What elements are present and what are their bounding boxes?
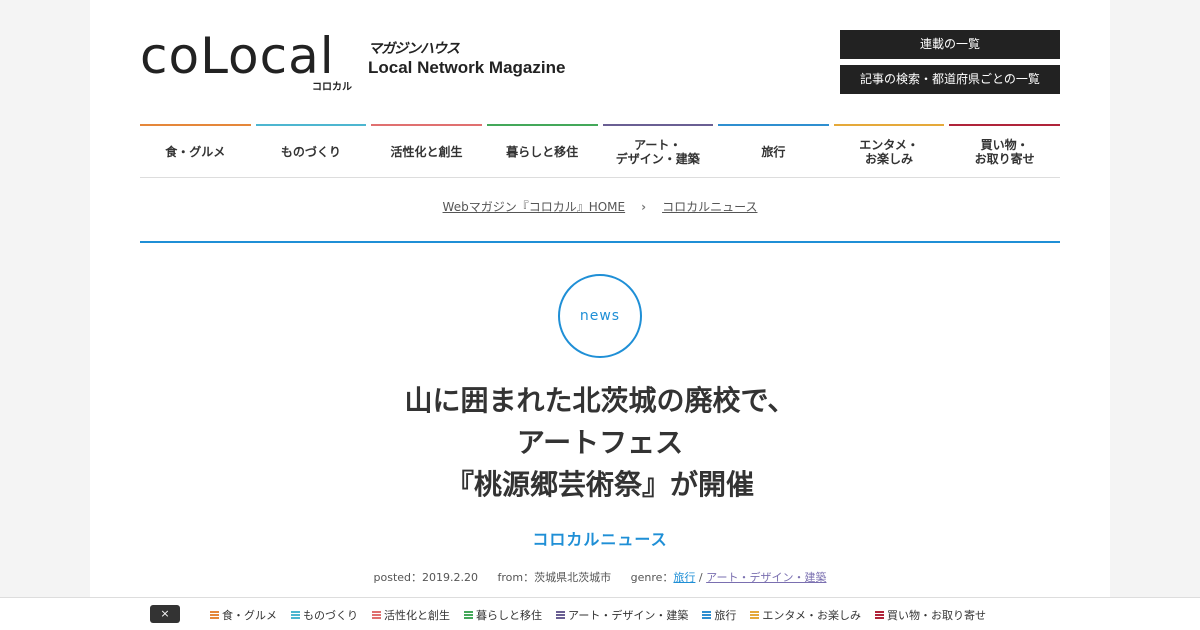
bottom-cat-label: 活性化と創生 [384,608,450,622]
genre-separator: / [695,571,707,584]
article-title: 山に囲まれた北茨城の廃校で、 アートフェス 『桃源郷芸術祭』が開催 [404,384,796,501]
logo-wordmark: coLocal [140,27,335,85]
nav-item-travel[interactable]: 旅行 [718,124,829,177]
bottom-cat-label: エンタメ・お楽しみ [762,608,862,622]
genre: genre：旅行 / アート・デザイン・建築 [631,571,827,584]
bottom-cat-craft[interactable]: ものづくり [291,607,358,623]
nav-item-shopping[interactable]: 買い物・ お取り寄せ [949,124,1060,177]
nav-item-revitalization[interactable]: 活性化と創生 [371,124,482,177]
nav-item-entertainment[interactable]: エンタメ・ お楽しみ [833,124,945,177]
bottom-cat-label: 食・グルメ [222,608,277,622]
series-list-button[interactable]: 連載の一覧 [840,30,1060,59]
bottom-cat-label: アート・デザイン・建築 [568,608,689,622]
news-badge: news [558,274,642,358]
site-logo[interactable]: coLocal コロカル [140,26,360,94]
nav-item-living[interactable]: 暮らしと移住 [486,124,598,177]
bottom-cat-label: 買い物・お取り寄せ [887,608,987,622]
genre-link-travel[interactable]: 旅行 [673,571,695,584]
bottom-cat-label: 暮らしと移住 [476,608,542,622]
menu-lines-icon [291,610,300,619]
bottom-cat-entertainment[interactable]: エンタメ・お楽しみ [750,607,861,623]
article-meta: posted：2019.2.20 from：茨城県北茨城市 genre：旅行 /… [240,569,960,585]
menu-lines-icon [464,610,473,619]
menu-lines-icon [702,610,712,619]
close-button[interactable]: × [150,605,180,623]
nav-item-craft[interactable]: ものづくり [255,124,367,177]
location: from：茨城県北茨城市 [497,571,612,584]
breadcrumb-home-link[interactable]: Webマガジン『コロカル』HOME [443,200,626,214]
menu-lines-icon [750,610,760,619]
genre-link-art[interactable]: アート・デザイン・建築 [706,571,826,584]
publisher-logo[interactable]: マガジンハウス [368,38,460,58]
menu-lines-icon [210,610,219,619]
nav-item-art[interactable]: アート・ デザイン・建築 [602,124,714,177]
series-link[interactable]: コロカルニュース [400,526,800,550]
section-divider [140,241,1060,243]
chevron-right-icon: › [641,200,647,214]
article-search-button[interactable]: 記事の検索・都道府県ごとの一覧 [840,65,1060,94]
bottom-category-bar: × 食・グルメ ものづくり 活性化と創生 暮らしと移住 アート・デザイン・建築 … [0,597,1200,630]
logo-subtitle: コロカル [312,82,352,93]
bottom-cat-label: ものづくり [303,608,358,622]
nav-item-food[interactable]: 食・グルメ [140,124,251,177]
bottom-cat-label: 旅行 [714,608,737,622]
breadcrumb-current-link[interactable]: コロカルニュース [662,200,757,214]
bottom-cat-food[interactable]: 食・グルメ [210,607,277,623]
bottom-cat-shopping[interactable]: 買い物・お取り寄せ [875,607,986,623]
bottom-cat-travel[interactable]: 旅行 [702,607,736,623]
category-nav: 食・グルメ ものづくり 活性化と創生 暮らしと移住 アート・ デザイン・建築 旅… [140,124,1060,178]
bottom-category-list: 食・グルメ ものづくり 活性化と創生 暮らしと移住 アート・デザイン・建築 旅行… [210,598,986,630]
bottom-cat-revitalization[interactable]: 活性化と創生 [372,607,450,623]
menu-lines-icon [372,610,381,619]
page-container: coLocal コロカル マガジンハウス Local Network Magaz… [90,0,1110,630]
genre-label: genre： [630,571,674,584]
breadcrumb: Webマガジン『コロカル』HOME › コロカルニュース [140,198,1060,215]
menu-lines-icon [875,610,885,619]
menu-lines-icon [556,610,565,619]
site-tagline: Local Network Magazine [368,58,566,77]
bottom-cat-art[interactable]: アート・デザイン・建築 [556,607,688,623]
posted-date: posted：2019.2.20 [373,571,479,584]
bottom-cat-living[interactable]: 暮らしと移住 [464,607,542,623]
